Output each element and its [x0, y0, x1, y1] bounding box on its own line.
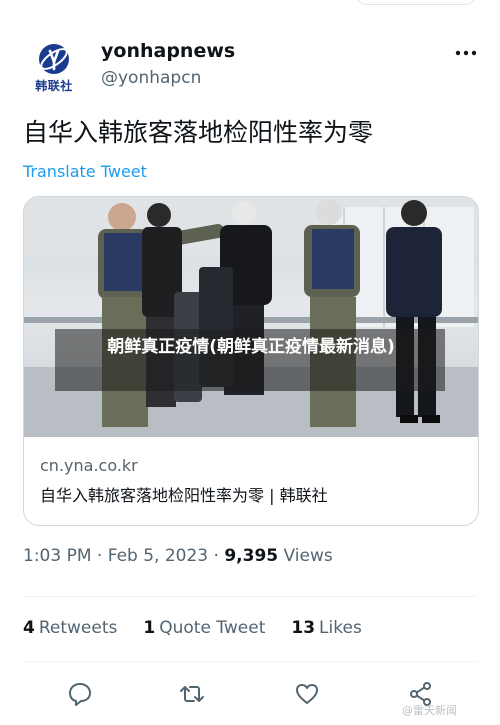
- avatar[interactable]: 韩联社: [22, 36, 86, 100]
- more-icon[interactable]: [455, 49, 477, 57]
- tweet-time[interactable]: 1:03 PM: [23, 546, 92, 566]
- divider: [23, 596, 477, 597]
- airport-scene-illustration: [24, 197, 478, 437]
- retweets-label: Retweets: [38, 618, 118, 638]
- divider: [23, 661, 477, 662]
- link-card[interactable]: 朝鲜真正疫情(朝鲜真正疫情最新消息) cn.yna.co.kr 自华入韩旅客落地…: [23, 196, 479, 526]
- meta-separator: ·: [213, 546, 219, 566]
- heart-icon[interactable]: [294, 681, 320, 707]
- retweets-stat[interactable]: 4 Retweets: [23, 618, 117, 638]
- quote-tweets-stat[interactable]: 1 Quote Tweet: [143, 618, 265, 638]
- card-domain: cn.yna.co.kr: [40, 456, 138, 475]
- likes-count: 13: [291, 618, 316, 638]
- tweet-date[interactable]: Feb 5, 2023: [108, 546, 208, 566]
- card-image[interactable]: [24, 197, 478, 437]
- views-label: Views: [283, 546, 333, 566]
- meta-separator: ·: [96, 546, 103, 566]
- engagement-stats: 4 Retweets 1 Quote Tweet 13 Likes: [23, 618, 388, 638]
- quotes-label: Quote Tweet: [159, 618, 266, 638]
- author-name[interactable]: yonhapnews: [101, 40, 235, 62]
- likes-stat[interactable]: 13 Likes: [291, 618, 361, 638]
- card-title[interactable]: 自华入韩旅客落地检阳性率为零 | 韩联社: [40, 482, 328, 506]
- retweets-count: 4: [23, 618, 35, 638]
- overlay-caption: 朝鲜真正疫情(朝鲜真正疫情最新消息): [107, 337, 395, 357]
- reply-icon[interactable]: [67, 681, 93, 707]
- likes-label: Likes: [319, 618, 362, 638]
- tweet-meta: 1:03 PM · Feb 5, 2023 · 9,395 Views: [23, 546, 333, 566]
- tweet-header: 韩联社 yonhapnews @yonhapcn: [0, 30, 500, 100]
- top-search-pill: [356, 0, 476, 5]
- watermark: @雷天新闻: [402, 704, 457, 717]
- tweet-text: 自华入韩旅客落地检阳性率为零: [23, 118, 374, 147]
- views-count: 9,395: [224, 546, 279, 566]
- retweet-icon[interactable]: [179, 681, 205, 707]
- author-handle[interactable]: @yonhapcn: [101, 68, 201, 88]
- translate-tweet-link[interactable]: Translate Tweet: [23, 162, 147, 181]
- quotes-count: 1: [143, 618, 156, 638]
- yonhap-logo-icon: [39, 44, 69, 74]
- avatar-label: 韩联社: [35, 79, 73, 93]
